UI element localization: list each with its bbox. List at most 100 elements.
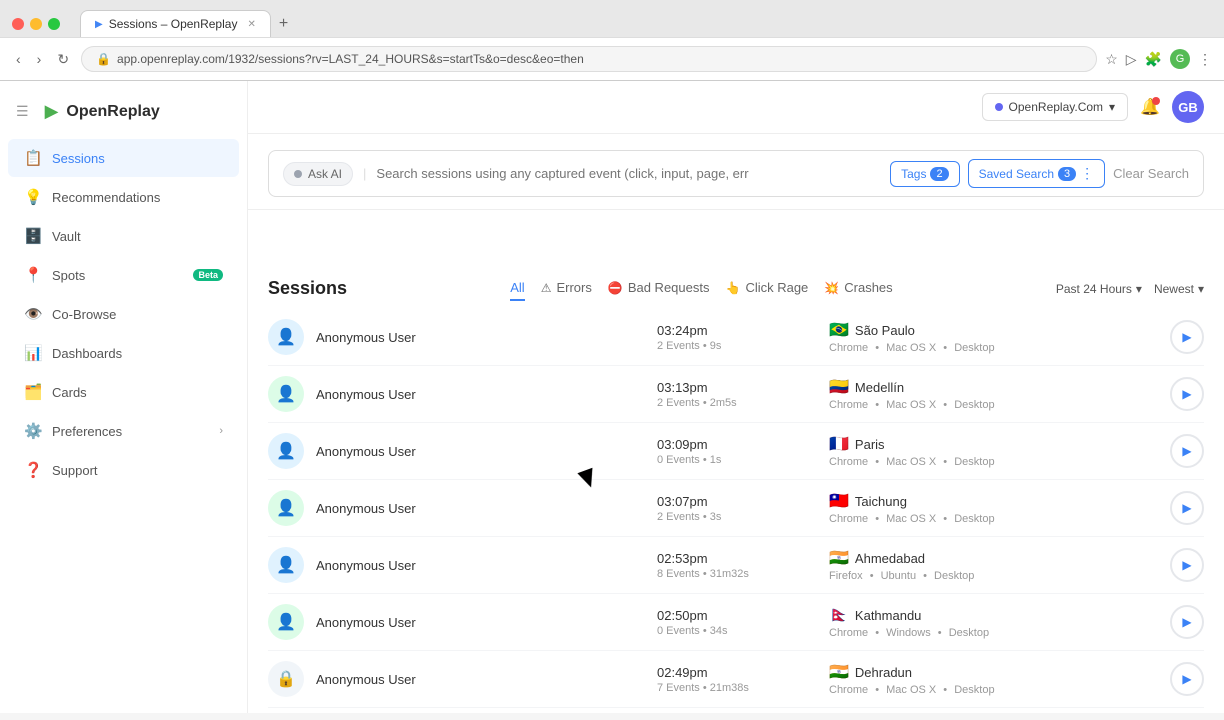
bad-requests-icon: ⛔: [608, 281, 623, 295]
menu-icon[interactable]: ⋮: [1198, 51, 1212, 68]
session-user-info: Anonymous User: [316, 672, 645, 687]
sort-label: Newest: [1154, 282, 1194, 296]
close-button[interactable]: [12, 18, 24, 30]
ask-ai-button[interactable]: Ask AI: [283, 162, 353, 186]
session-username: Anonymous User: [316, 672, 645, 687]
session-row[interactable]: 👤 Anonymous User 02:50pm 0 Events • 34s …: [268, 594, 1204, 651]
session-country: 🇮🇳 Dehradun: [829, 662, 1158, 682]
session-time-block: 03:13pm 2 Events • 2m5s: [657, 380, 817, 409]
avatar[interactable]: GB: [1172, 91, 1204, 123]
sidebar-item-support[interactable]: ❓ Support: [8, 451, 239, 489]
filter-errors[interactable]: ⚠ Errors: [541, 276, 592, 301]
support-label: Support: [52, 463, 223, 478]
preferences-label: Preferences: [52, 424, 209, 439]
play-button[interactable]: ▶: [1170, 320, 1204, 354]
notification-dot: [1152, 97, 1160, 105]
session-avatar: 👤: [268, 376, 304, 412]
session-row[interactable]: 🔒 Anonymous User 02:49pm 7 Events • 21m3…: [268, 651, 1204, 708]
play-button[interactable]: ▶: [1170, 491, 1204, 525]
play-button[interactable]: ▶: [1170, 662, 1204, 696]
session-time: 03:24pm: [657, 323, 817, 338]
play-button[interactable]: ▶: [1170, 434, 1204, 468]
refresh-button[interactable]: ↻: [53, 47, 73, 72]
session-user-info: Anonymous User: [316, 501, 645, 516]
tags-button[interactable]: Tags 2: [890, 161, 959, 187]
country-flag: 🇮🇳: [829, 548, 849, 568]
saved-search-count: 3: [1058, 167, 1076, 181]
sidebar-item-dashboards[interactable]: 📊 Dashboards: [8, 334, 239, 372]
address-bar[interactable]: 🔒 app.openreplay.com/1932/sessions?rv=LA…: [81, 46, 1097, 72]
sort-chevron: ▾: [1198, 282, 1204, 296]
url-text: app.openreplay.com/1932/sessions?rv=LAST…: [117, 52, 584, 66]
sidebar-item-sessions[interactable]: 📋 Sessions: [8, 139, 239, 177]
session-location-block: 🇳🇵 Kathmandu Chrome • Windows • Desktop: [829, 605, 1158, 639]
session-time: 02:53pm: [657, 551, 817, 566]
bad-requests-label: Bad Requests: [628, 280, 710, 295]
filter-click-rage[interactable]: 👆 Click Rage: [725, 276, 808, 301]
browser-tab[interactable]: ▶ Sessions – OpenReplay ✕: [80, 10, 271, 37]
country-flag: 🇹🇼: [829, 491, 849, 511]
city-name: Kathmandu: [855, 608, 922, 623]
filter-all[interactable]: All: [510, 276, 524, 301]
session-time: 02:50pm: [657, 608, 817, 623]
search-divider: |: [363, 166, 366, 181]
click-rage-label: Click Rage: [745, 280, 808, 295]
session-country: 🇫🇷 Paris: [829, 434, 1158, 454]
sidebar-item-cobrowse[interactable]: 👁️ Co-Browse: [8, 295, 239, 333]
sidebar-item-vault[interactable]: 🗄️ Vault: [8, 217, 239, 255]
session-username: Anonymous User: [316, 501, 645, 516]
sidebar-item-spots[interactable]: 📍 Spots Beta: [8, 256, 239, 294]
bookmark-icon[interactable]: ☆: [1105, 51, 1118, 68]
forward-button[interactable]: ›: [33, 47, 46, 71]
search-input[interactable]: [376, 166, 880, 181]
tab-label: Sessions – OpenReplay: [109, 17, 238, 31]
maximize-button[interactable]: [48, 18, 60, 30]
session-row[interactable]: 👤 Anonymous User 02:53pm 8 Events • 31m3…: [268, 537, 1204, 594]
session-avatar: 👤: [268, 319, 304, 355]
tags-label: Tags: [901, 167, 926, 181]
session-time-block: 02:49pm 7 Events • 21m38s: [657, 665, 817, 694]
sidebar-item-recommendations[interactable]: 💡 Recommendations: [8, 178, 239, 216]
time-range-button[interactable]: Past 24 Hours ▾: [1056, 282, 1142, 296]
sidebar-item-preferences[interactable]: ⚙️ Preferences ›: [8, 412, 239, 450]
profile-icon[interactable]: G: [1170, 49, 1190, 69]
session-row[interactable]: 👤 Anonymous User 03:13pm 2 Events • 2m5s…: [268, 366, 1204, 423]
notifications-button[interactable]: 🔔: [1140, 97, 1160, 117]
workspace-chevron: ▾: [1109, 100, 1115, 114]
play-button[interactable]: ▶: [1170, 605, 1204, 639]
sessions-label: Sessions: [52, 151, 223, 166]
saved-search-button[interactable]: Saved Search 3 ⋮: [968, 159, 1106, 188]
new-tab-button[interactable]: +: [271, 11, 296, 37]
filter-bad-requests[interactable]: ⛔ Bad Requests: [608, 276, 710, 301]
country-flag: 🇮🇳: [829, 662, 849, 682]
session-meta: 2 Events • 9s: [657, 340, 817, 352]
session-row[interactable]: 👤 Anonymous User 03:24pm 2 Events • 9s 🇧…: [268, 309, 1204, 366]
all-label: All: [510, 280, 524, 295]
back-button[interactable]: ‹: [12, 47, 25, 71]
minimize-button[interactable]: [30, 18, 42, 30]
session-meta: 0 Events • 34s: [657, 625, 817, 637]
ai-dot: [294, 170, 302, 178]
workspace-dot: [995, 103, 1003, 111]
session-time: 03:07pm: [657, 494, 817, 509]
session-row[interactable]: 👤 Anonymous User 02:41pm 🇵🇰 Rawalpindi ▶: [268, 708, 1204, 713]
clear-search-button[interactable]: Clear Search: [1113, 166, 1189, 181]
cast-icon[interactable]: ▷: [1126, 51, 1137, 68]
saved-search-options-icon: ⋮: [1080, 165, 1094, 182]
play-button[interactable]: ▶: [1170, 377, 1204, 411]
play-button[interactable]: ▶: [1170, 548, 1204, 582]
session-row[interactable]: 👤 Anonymous User 03:09pm 0 Events • 1s 🇫…: [268, 423, 1204, 480]
workspace-selector[interactable]: OpenReplay.Com ▾: [982, 93, 1129, 121]
lock-icon: 🔒: [96, 52, 111, 66]
sort-button[interactable]: Newest ▾: [1154, 282, 1204, 296]
city-name: Medellín: [855, 380, 904, 395]
tab-close-button[interactable]: ✕: [247, 19, 255, 30]
filter-crashes[interactable]: 💥 Crashes: [824, 276, 892, 301]
sidebar-toggle[interactable]: ☰: [16, 103, 29, 120]
extensions-icon[interactable]: 🧩: [1145, 51, 1162, 68]
session-row[interactable]: 👤 Anonymous User 03:07pm 2 Events • 3s 🇹…: [268, 480, 1204, 537]
session-location-block: 🇮🇳 Ahmedabad Firefox • Ubuntu • Desktop: [829, 548, 1158, 582]
sessions-header: Sessions All ⚠ Errors ⛔ Bad Requests 👆: [248, 262, 1224, 309]
traffic-lights[interactable]: [12, 18, 60, 30]
sidebar-item-cards[interactable]: 🗂️ Cards: [8, 373, 239, 411]
